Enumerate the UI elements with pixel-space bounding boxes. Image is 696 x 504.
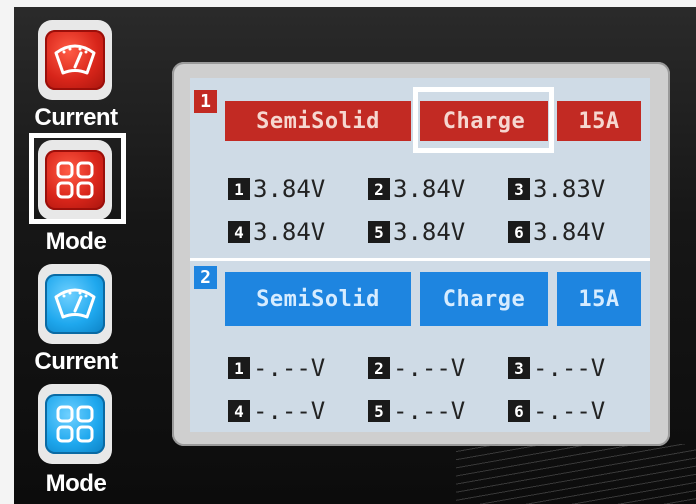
cell-voltage: -.--V bbox=[533, 354, 606, 382]
cell-voltage: 3.83V bbox=[533, 175, 606, 203]
cell-index: 4 bbox=[228, 400, 250, 422]
cell-index: 5 bbox=[368, 221, 390, 243]
cell-index: 2 bbox=[368, 178, 390, 200]
ch2-cell-5: 5 -.--V bbox=[368, 397, 465, 425]
cell-voltage: 3.84V bbox=[533, 218, 606, 246]
cell-voltage: -.--V bbox=[253, 354, 326, 382]
ch2-cell-1: 1 -.--V bbox=[228, 354, 325, 382]
ch2-cell-3: 3 -.--V bbox=[508, 354, 605, 382]
charger-device: Current Mode Current Mode 1 SemiSolid Ch… bbox=[0, 0, 696, 504]
decorative-stripes bbox=[456, 444, 696, 504]
ch2-cell-2: 2 -.--V bbox=[368, 354, 465, 382]
ch2-mode[interactable]: Charge bbox=[420, 272, 548, 326]
cell-index: 3 bbox=[508, 178, 530, 200]
ch2-mode-label: Mode bbox=[45, 470, 107, 497]
cell-voltage: -.--V bbox=[393, 397, 466, 425]
ch2-number: 2 bbox=[194, 266, 217, 289]
gauge-icon bbox=[54, 44, 96, 75]
ch1-current[interactable]: 15A bbox=[557, 101, 641, 141]
ch1-cell-3: 3 3.83V bbox=[508, 175, 605, 203]
cell-voltage: 3.84V bbox=[393, 218, 466, 246]
ch1-cell-1: 1 3.84V bbox=[228, 175, 325, 203]
ch2-current-button[interactable] bbox=[38, 264, 112, 344]
ch2-current-button-face bbox=[45, 274, 105, 334]
cell-voltage: 3.84V bbox=[393, 175, 466, 203]
frame-edge-top bbox=[0, 0, 696, 7]
cell-voltage: 3.84V bbox=[253, 175, 326, 203]
ch2-mode-button[interactable] bbox=[38, 384, 112, 464]
cell-voltage: -.--V bbox=[253, 397, 326, 425]
ch1-cell-2: 2 3.84V bbox=[368, 175, 465, 203]
cell-index: 4 bbox=[228, 221, 250, 243]
cell-index: 5 bbox=[368, 400, 390, 422]
ch2-current-label: Current bbox=[34, 348, 118, 375]
ch2-mode-button-face bbox=[45, 394, 105, 454]
ch1-cell-5: 5 3.84V bbox=[368, 218, 465, 246]
frame-edge-left bbox=[0, 0, 14, 504]
ch2-cell-6: 6 -.--V bbox=[508, 397, 605, 425]
cell-index: 2 bbox=[368, 357, 390, 379]
ch1-number: 1 bbox=[194, 90, 217, 113]
ch1-mode-label: Mode bbox=[45, 228, 107, 255]
ch2-battery-type[interactable]: SemiSolid bbox=[225, 272, 411, 326]
ch2-cell-4: 4 -.--V bbox=[228, 397, 325, 425]
four-squares-icon bbox=[56, 405, 94, 443]
ch1-battery-type[interactable]: SemiSolid bbox=[225, 101, 411, 141]
cell-index: 1 bbox=[228, 357, 250, 379]
cell-voltage: -.--V bbox=[393, 354, 466, 382]
ch1-current-label: Current bbox=[34, 104, 118, 131]
gauge-icon bbox=[54, 288, 96, 319]
ch1-current-button-face bbox=[45, 30, 105, 90]
mode-button-highlight bbox=[29, 133, 126, 224]
channel-divider bbox=[190, 258, 650, 261]
ch1-mode-highlight bbox=[413, 87, 554, 153]
cell-index: 6 bbox=[508, 221, 530, 243]
ch1-cell-4: 4 3.84V bbox=[228, 218, 325, 246]
ch1-current-button[interactable] bbox=[38, 20, 112, 100]
ch1-cell-6: 6 3.84V bbox=[508, 218, 605, 246]
cell-index: 6 bbox=[508, 400, 530, 422]
cell-index: 1 bbox=[228, 178, 250, 200]
cell-voltage: 3.84V bbox=[253, 218, 326, 246]
ch2-current[interactable]: 15A bbox=[557, 272, 641, 326]
cell-index: 3 bbox=[508, 357, 530, 379]
cell-voltage: -.--V bbox=[533, 397, 606, 425]
